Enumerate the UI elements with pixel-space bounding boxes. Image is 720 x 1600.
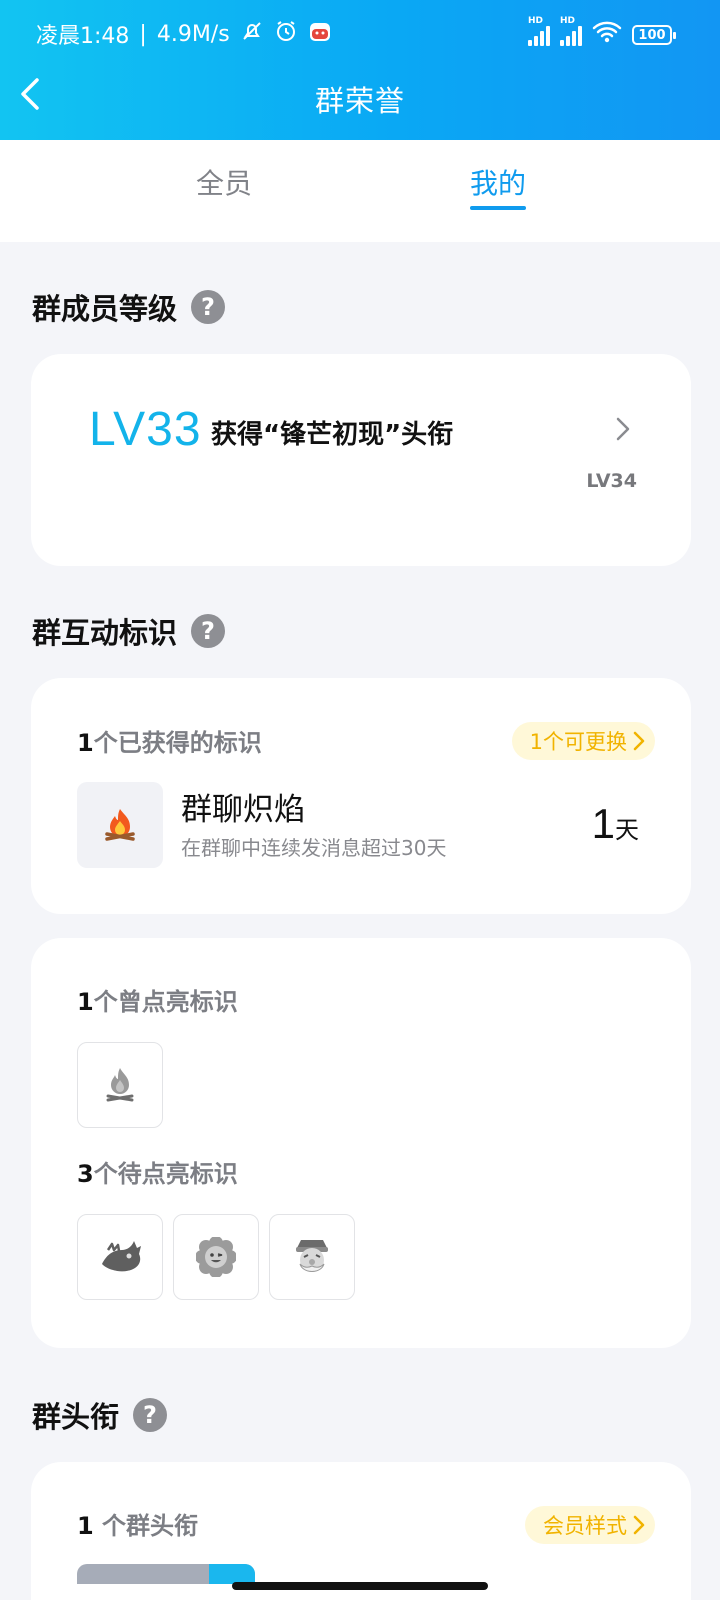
tab-bar: 全员 我的: [0, 140, 720, 242]
signal-strength-icon: HD: [528, 16, 550, 46]
badge-streak-days: 1天: [591, 800, 639, 847]
campfire-icon[interactable]: [77, 782, 163, 868]
tab-all-members[interactable]: 全员: [196, 162, 252, 202]
app-bar: 群荣誉: [0, 60, 720, 130]
page-title: 群荣誉: [314, 84, 405, 118]
group-title-badge: [77, 1564, 255, 1584]
current-level: LV33: [89, 403, 202, 456]
badge-description: 在群聊中连续发消息超过30天: [181, 836, 447, 860]
header: 凌晨1:48 | 4.9M/s HD HD 100 群荣誉: [0, 0, 720, 140]
elder-face-gray-icon[interactable]: [269, 1214, 355, 1300]
battery-icon: 100: [632, 25, 676, 45]
section-title-text: 群头衔: [32, 1400, 120, 1434]
alarm-clock-icon: [274, 19, 298, 49]
wifi-icon: [592, 20, 622, 50]
chevron-right-icon: [633, 1515, 645, 1535]
switch-badge-button[interactable]: 1个可更换: [511, 722, 655, 760]
chevron-right-icon: [633, 731, 645, 751]
app-notification-icon: [308, 19, 332, 49]
status-separator: |: [139, 21, 147, 47]
badge-name: 群聊炽焰: [181, 792, 305, 828]
earned-badges-count: 1个已获得的标识: [77, 729, 262, 757]
level-description: 获得“锋芒初现”头衔: [211, 420, 454, 450]
flower-face-gray-icon[interactable]: [173, 1214, 259, 1300]
group-title-card: 1 个群头衔 会员样式: [31, 1462, 691, 1600]
campfire-gray-icon[interactable]: [77, 1042, 163, 1128]
status-time: 凌晨1:48: [36, 24, 130, 49]
section-title-member-level: 群成员等级 ?: [32, 286, 226, 328]
earned-badges-card: 1个已获得的标识 1个可更换 群聊炽焰 在群聊中连续发消息超过30天 1天: [31, 678, 691, 914]
active-tab-indicator: [470, 206, 526, 210]
member-style-button[interactable]: 会员样式: [525, 1506, 655, 1544]
dragon-gray-icon[interactable]: [77, 1214, 163, 1300]
section-title-text: 群成员等级: [32, 292, 178, 326]
help-icon[interactable]: ?: [133, 1398, 168, 1432]
chevron-right-icon[interactable]: [615, 416, 631, 446]
pending-badges-count: 3个待点亮标识: [77, 1160, 238, 1188]
status-bar: 凌晨1:48 | 4.9M/s HD HD 100: [0, 14, 720, 54]
group-title-count: 1 个群头衔: [77, 1512, 199, 1540]
section-title-interaction-badges: 群互动标识 ?: [32, 610, 226, 652]
help-icon[interactable]: ?: [191, 290, 226, 324]
badge-history-card: 1个曾点亮标识 3个待点亮标识: [31, 938, 691, 1348]
tab-mine[interactable]: 我的: [470, 162, 526, 202]
help-icon[interactable]: ?: [191, 614, 226, 648]
status-net-speed: 4.9M/s: [156, 21, 230, 47]
home-indicator[interactable]: [232, 1582, 488, 1590]
mute-notification-icon: [240, 19, 264, 49]
next-level: LV34: [586, 470, 637, 492]
section-title-group-titles: 群头衔 ?: [32, 1394, 168, 1436]
section-title-text: 群互动标识: [32, 616, 178, 650]
signal-strength-icon: HD: [560, 16, 582, 46]
lit-before-count: 1个曾点亮标识: [77, 988, 238, 1016]
level-card[interactable]: LV33 获得“锋芒初现”头衔 LV34: [31, 354, 691, 566]
